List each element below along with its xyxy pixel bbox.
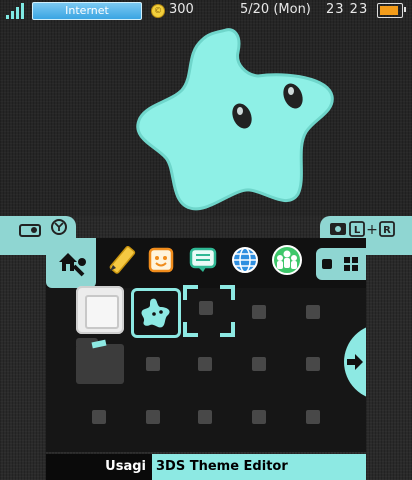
internet-globe-icon — [232, 247, 258, 273]
bottom-screen: L + R Usagi 3DS Theme Editor — [0, 216, 412, 480]
empty-slot[interactable] — [252, 357, 266, 371]
home-menu-toolbar — [46, 238, 366, 288]
camera-y-icon — [19, 219, 67, 237]
camera-shortcut-left[interactable] — [0, 216, 76, 240]
game-notes-button[interactable] — [102, 242, 140, 278]
empty-slot[interactable] — [306, 305, 320, 319]
grid-view-icon[interactable] — [344, 257, 358, 271]
scroll-right-button[interactable] — [344, 324, 366, 400]
footer-username: Usagi — [105, 459, 146, 474]
app-icon-theme-shop[interactable] — [131, 288, 181, 338]
home-settings-icon — [59, 253, 86, 277]
footer-title-panel: 3DS Theme Editor — [152, 454, 366, 480]
folder-icon[interactable] — [76, 338, 124, 384]
miiverse-icon — [272, 245, 302, 275]
play-coin-icon: © — [151, 4, 165, 18]
empty-slot[interactable] — [306, 410, 320, 424]
luma-star-wallpaper — [136, 28, 334, 211]
date-display: 5/20 (Mon) — [240, 2, 311, 17]
arrow-right-icon — [347, 354, 363, 370]
selection-cursor[interactable] — [182, 284, 235, 337]
battery-icon — [377, 3, 406, 18]
notifications-button[interactable] — [184, 242, 222, 278]
miiverse-button[interactable] — [268, 242, 306, 278]
svg-text:R: R — [383, 225, 391, 236]
empty-slot[interactable] — [198, 357, 212, 371]
footer-user-panel: Usagi — [46, 454, 152, 480]
notifications-icon — [189, 247, 217, 272]
view-toggle — [316, 248, 366, 280]
camera-l-r-icon: L + R — [330, 221, 395, 238]
friend-face-icon — [148, 247, 174, 273]
time-display: 23 23 — [326, 2, 369, 17]
battery-level — [380, 6, 398, 15]
friend-list-button[interactable] — [142, 242, 180, 278]
empty-slot[interactable] — [92, 410, 106, 424]
single-view-icon[interactable] — [322, 259, 332, 269]
camera-shortcut-right[interactable]: L + R — [320, 216, 412, 240]
empty-slot[interactable] — [252, 305, 266, 319]
internet-browser-button[interactable] — [226, 242, 264, 278]
top-screen: Internet © 300 5/20 (Mon) 23 23 — [0, 0, 412, 216]
home-settings-button[interactable] — [46, 238, 96, 288]
svg-text:+: + — [366, 222, 378, 238]
app-grid — [46, 285, 366, 452]
footer-title: 3DS Theme Editor — [156, 459, 288, 474]
play-coin-count: 300 — [169, 2, 194, 17]
pencil-notes-icon — [109, 246, 136, 274]
empty-slot[interactable] — [306, 357, 320, 371]
connection-status: Internet — [32, 2, 142, 20]
empty-slot[interactable] — [252, 410, 266, 424]
luma-star-icon — [141, 298, 170, 328]
wifi-signal-icon — [6, 3, 28, 19]
empty-slot[interactable] — [198, 410, 212, 424]
app-icon-system-settings[interactable] — [76, 286, 124, 334]
empty-slot[interactable] — [199, 301, 213, 315]
empty-slot[interactable] — [146, 410, 160, 424]
svg-text:L: L — [354, 225, 361, 236]
empty-slot[interactable] — [146, 357, 160, 371]
